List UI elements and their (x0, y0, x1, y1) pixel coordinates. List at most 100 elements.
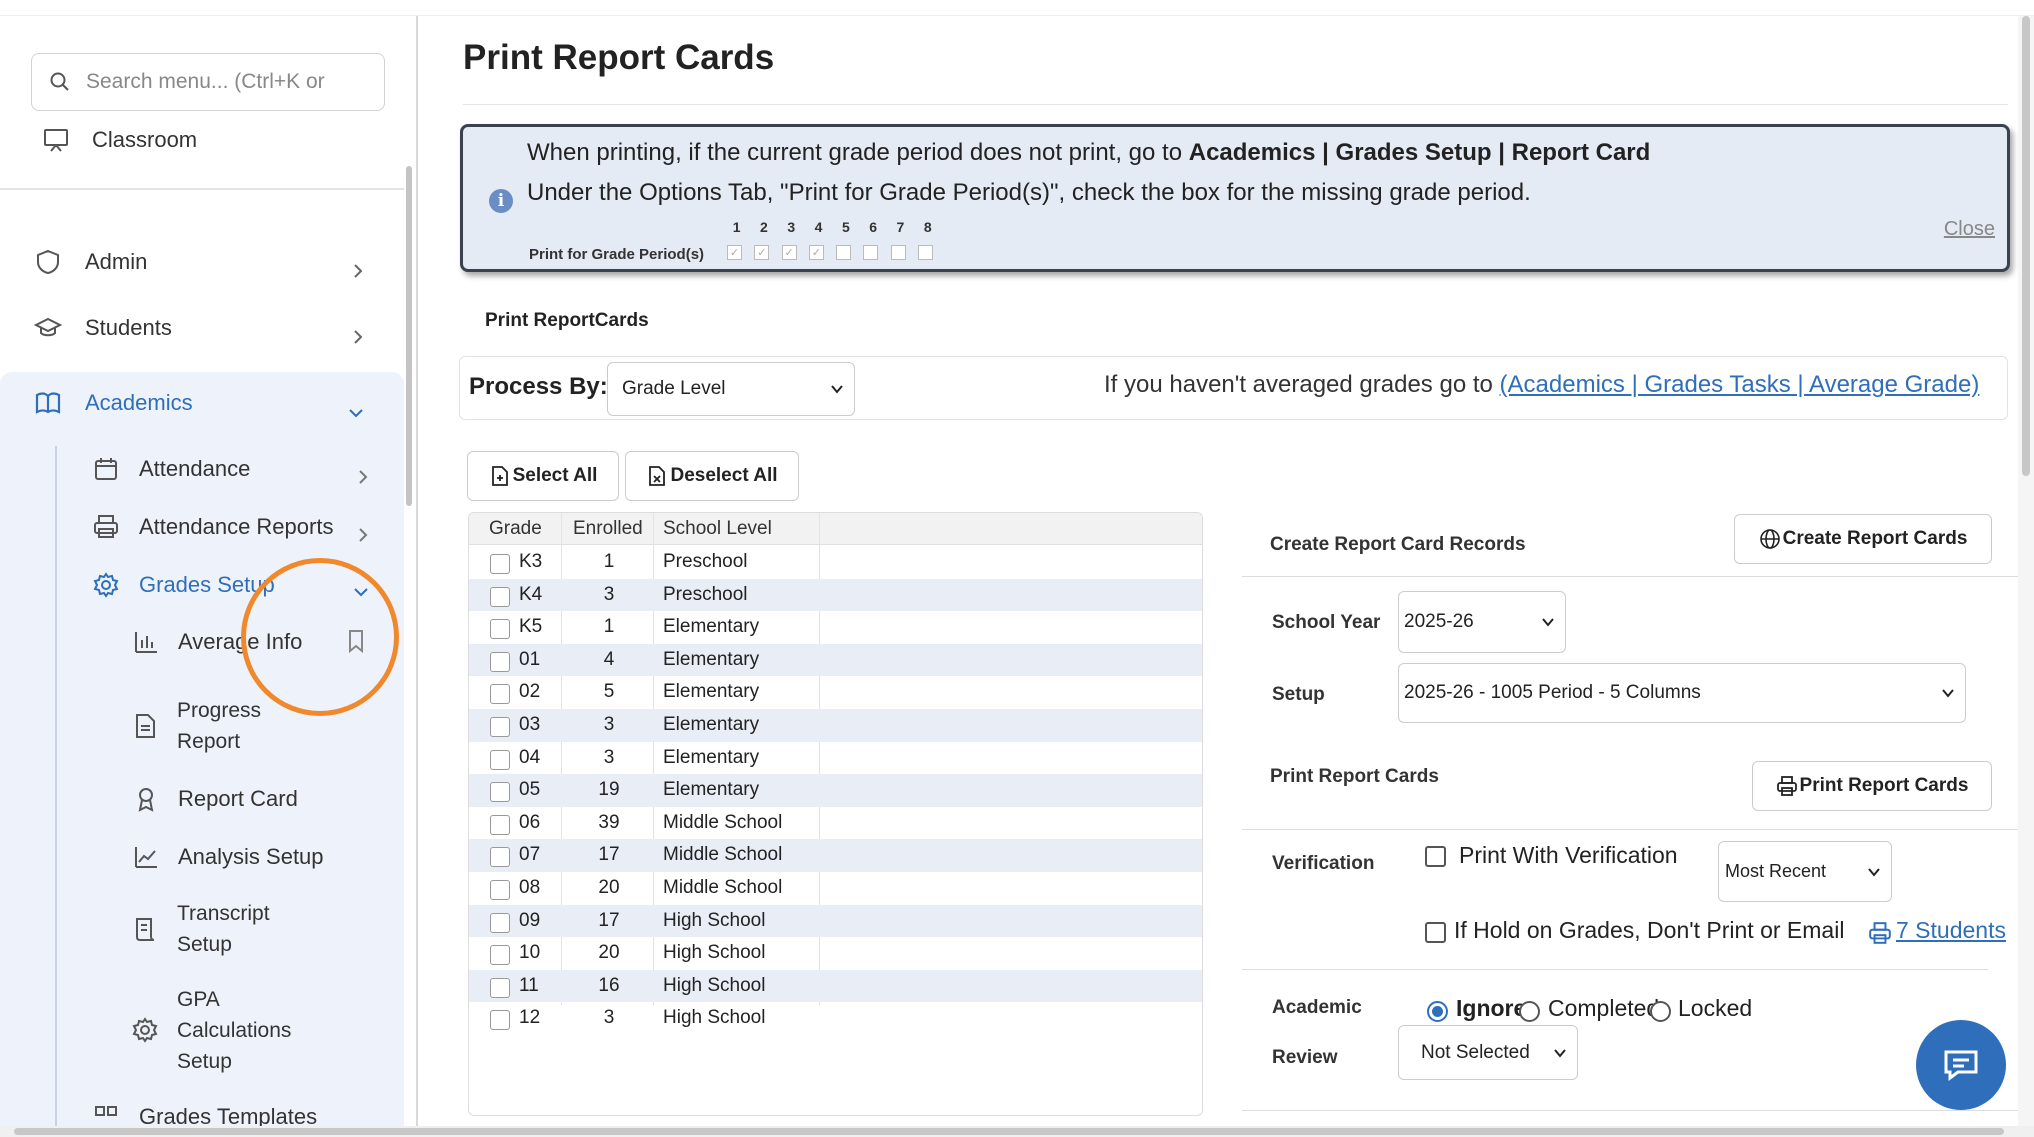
close-notice-link[interactable]: Close (1944, 218, 1995, 241)
school-level-cell: Elementary (663, 746, 760, 768)
print-report-cards-button[interactable]: Print Report Cards (1752, 761, 1992, 811)
bookmark-icon[interactable] (346, 629, 366, 653)
school-year-select[interactable]: 2025-26 (1398, 591, 1566, 653)
sidebar-item-grades-setup[interactable]: Grades Setup (91, 570, 275, 600)
row-checkbox[interactable] (490, 684, 510, 705)
row-checkbox[interactable] (490, 880, 510, 900)
create-report-cards-button[interactable]: Create Report Cards (1734, 514, 1992, 564)
sidebar-item-admin[interactable]: Admin (33, 247, 147, 277)
row-checkbox[interactable] (490, 717, 510, 737)
table-row[interactable]: K4 3 Preschool (469, 578, 1202, 612)
sidebar-divider (0, 188, 404, 190)
academic-label: Academic (1272, 997, 1362, 1018)
table-row[interactable]: K5 1 Elementary (469, 611, 1202, 644)
setup-select[interactable]: 2025-26 - 1005 Period - 5 Columns (1398, 663, 1966, 723)
grade-cell: K4 (519, 583, 543, 605)
table-row[interactable]: 03 3 Elementary (469, 709, 1202, 742)
verification-select[interactable]: Most Recent (1718, 841, 1892, 902)
table-row[interactable]: 10 20 High School (469, 937, 1202, 970)
sidebar-item-gpa-calculations-setup[interactable]: GPA Calculations Setup (177, 984, 291, 1077)
sidebar-item-grades-templates[interactable]: Grades Templates (91, 1102, 317, 1126)
sidebar-item-classroom[interactable]: Classroom (42, 126, 197, 154)
sidebar-item-transcript-setup[interactable]: Transcript Setup (177, 898, 270, 960)
sidebar-item-label: Setup (177, 933, 232, 956)
row-checkbox[interactable] (490, 1010, 510, 1031)
column-header-enrolled[interactable]: Enrolled (573, 513, 643, 545)
sidebar-item-students[interactable]: Students (33, 313, 172, 343)
row-checkbox[interactable] (490, 651, 510, 672)
hold-on-grades-checkbox[interactable] (1425, 922, 1446, 943)
table-row[interactable]: 01 4 Elementary (469, 643, 1202, 677)
column-header-grade[interactable]: Grade (489, 513, 542, 545)
page-horizontal-scrollbar[interactable] (0, 1126, 2034, 1137)
row-checkbox[interactable] (490, 782, 510, 803)
table-row[interactable]: 04 3 Elementary (469, 742, 1202, 775)
chevron-right-icon[interactable] (350, 329, 366, 345)
enrolled-cell: 1 (603, 616, 615, 638)
grade-period-checkbox: ✓ (727, 245, 742, 260)
seven-students-link[interactable]: 7 Students (1896, 917, 2006, 944)
row-checkbox[interactable] (490, 814, 510, 835)
row-checkbox[interactable] (490, 945, 510, 966)
sidebar-item-academics[interactable]: Academics (33, 388, 193, 418)
review-value: Not Selected (1421, 1041, 1530, 1063)
chevron-down-icon[interactable] (353, 584, 369, 600)
row-checkbox[interactable] (490, 847, 510, 868)
sidebar-item-report-card[interactable]: Report Card (131, 784, 298, 814)
row-checkbox[interactable] (490, 586, 510, 607)
process-by-select[interactable]: Grade Level (607, 362, 855, 416)
average-grade-link[interactable]: (Academics | Grades Tasks | Average Grad… (1500, 371, 1980, 398)
sidebar-item-label: Students (85, 315, 172, 340)
deselect-all-button[interactable]: Deselect All (625, 451, 799, 501)
page-vertical-scrollbar[interactable] (2018, 16, 2034, 1126)
locked-radio[interactable] (1650, 1001, 1671, 1022)
search-placeholder: Search menu... (Ctrl+K or (86, 70, 325, 93)
setup-label: Setup (1272, 684, 1325, 705)
table-row[interactable]: 02 5 Elementary (469, 676, 1202, 709)
line-chart-icon (131, 842, 161, 872)
table-row[interactable]: 05 19 Elementary (469, 774, 1202, 807)
grade-cell: K5 (519, 616, 543, 638)
review-select[interactable]: Not Selected (1398, 1025, 1578, 1080)
sidebar-item-progress-report[interactable]: Progress Report (177, 695, 261, 757)
sidebar-item-attendance[interactable]: Attendance (91, 454, 250, 484)
chevron-down-icon[interactable] (348, 405, 364, 421)
table-row[interactable]: 12 3 High School (469, 1002, 1202, 1035)
process-by-row: Process By: Grade Level If you haven't a… (459, 356, 2008, 420)
print-with-verification-checkbox[interactable] (1425, 846, 1446, 867)
row-checkbox[interactable] (490, 977, 510, 998)
sidebar-item-attendance-reports[interactable]: Attendance Reports (91, 512, 333, 542)
row-checkbox[interactable] (490, 619, 510, 640)
main-content: Print Report Cards i When printing, if t… (420, 16, 2020, 1126)
ignore-radio[interactable] (1427, 1001, 1448, 1022)
enrolled-cell: 17 (598, 909, 620, 931)
page-scroll-thumb[interactable] (2022, 16, 2030, 476)
chevron-right-icon[interactable] (355, 527, 371, 543)
select-all-button[interactable]: Select All (467, 451, 619, 501)
sidebar-item-label: Calculations (177, 1019, 292, 1042)
chevron-right-icon[interactable] (355, 469, 371, 485)
table-row[interactable]: 09 17 High School (469, 904, 1202, 938)
row-checkbox[interactable] (490, 912, 510, 933)
chevron-right-icon[interactable] (350, 263, 366, 279)
sidebar-scrollbar[interactable] (404, 116, 414, 1126)
table-row[interactable]: 07 17 Middle School (469, 839, 1202, 872)
grade-period-checkbox: ✓ (781, 245, 797, 260)
grade-period-number: 7 (896, 219, 905, 235)
table-row[interactable]: 11 16 High School (469, 969, 1202, 1003)
horizontal-scroll-thumb[interactable] (14, 1128, 2004, 1135)
row-checkbox[interactable] (490, 749, 510, 770)
process-by-value: Grade Level (622, 378, 726, 399)
grade-period-number: 3 (787, 219, 796, 235)
chat-button[interactable] (1916, 1020, 2006, 1110)
table-row[interactable]: K3 1 Preschool (469, 546, 1202, 579)
sidebar-item-average-info[interactable]: Average Info (131, 627, 302, 657)
column-header-school-level[interactable]: School Level (663, 513, 772, 545)
completed-radio[interactable] (1519, 1001, 1540, 1022)
sidebar-item-analysis-setup[interactable]: Analysis Setup (131, 842, 324, 872)
search-menu-input[interactable]: Search menu... (Ctrl+K or (31, 53, 385, 111)
sidebar-scroll-thumb[interactable] (406, 166, 412, 506)
table-row[interactable]: 08 20 Middle School (469, 872, 1202, 905)
row-checkbox[interactable] (490, 554, 510, 574)
table-row[interactable]: 06 39 Middle School (469, 807, 1202, 840)
